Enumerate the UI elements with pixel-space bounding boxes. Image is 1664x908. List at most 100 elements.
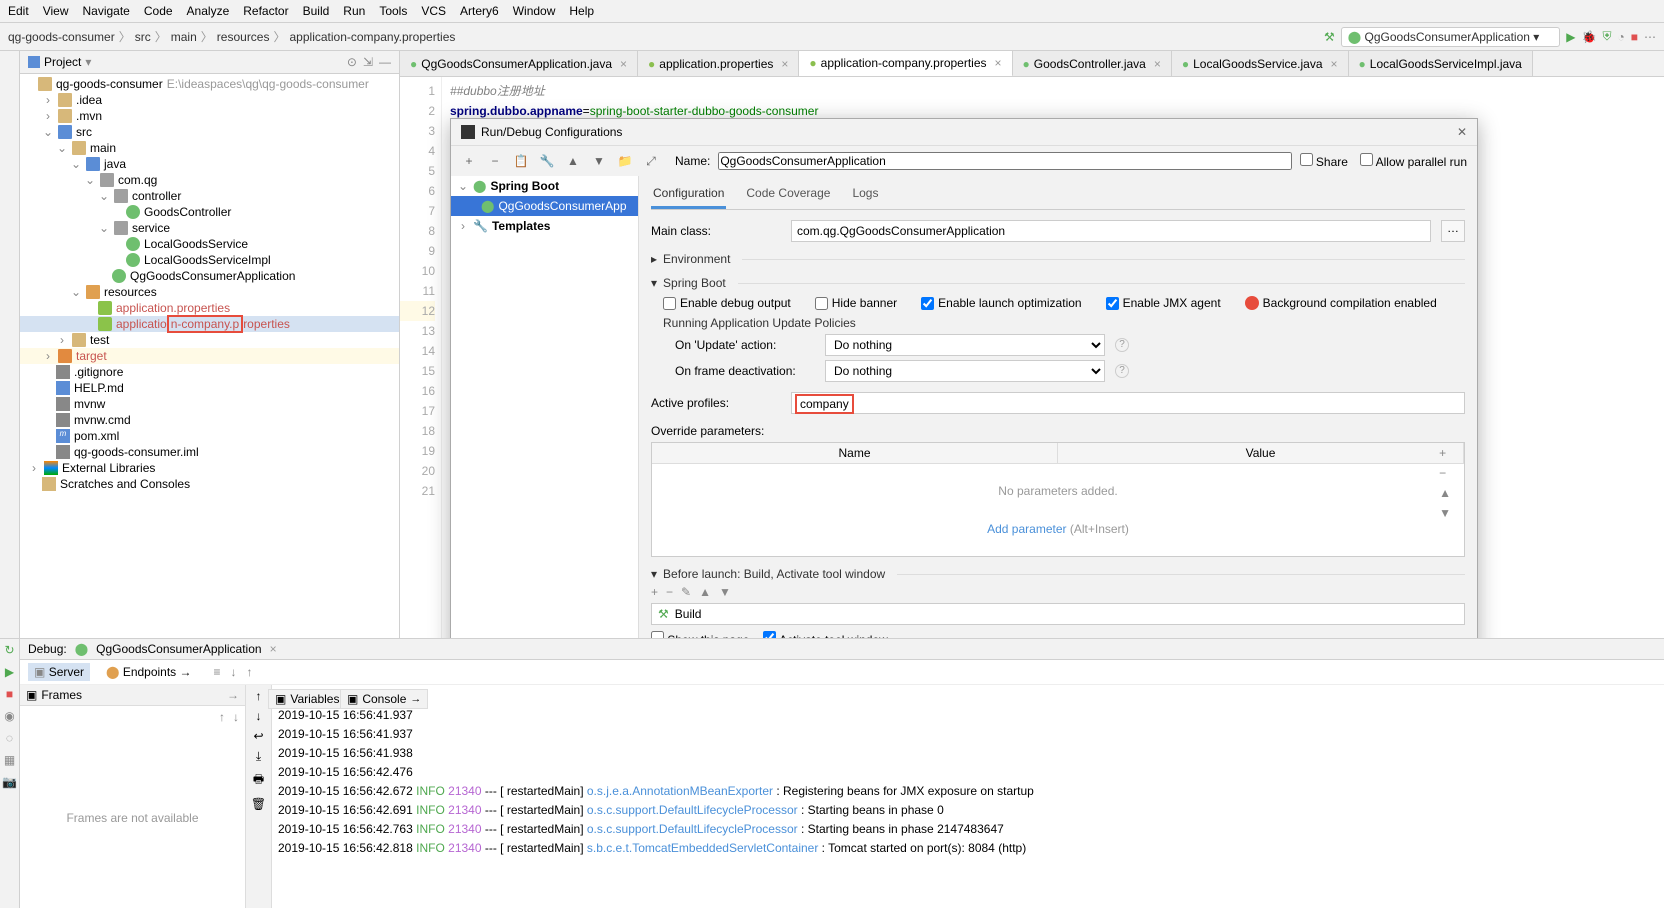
menu-vcs[interactable]: VCS	[421, 4, 446, 18]
menu-artery6[interactable]: Artery6	[460, 4, 499, 18]
remove-icon[interactable]: −	[666, 585, 673, 599]
menu-view[interactable]: View	[43, 4, 69, 18]
help-icon[interactable]: ?	[1115, 338, 1129, 352]
menu-build[interactable]: Build	[303, 4, 330, 18]
dialog-titlebar[interactable]: Run/Debug Configurations ✕	[451, 119, 1477, 146]
settings-icon[interactable]: ⊙	[347, 55, 357, 69]
up-icon[interactable]: ↑	[219, 710, 225, 724]
config-item-app[interactable]: ⬤QgGoodsConsumerApp	[451, 196, 638, 216]
config-tabs[interactable]: Configuration Code Coverage Logs	[651, 180, 1465, 210]
down-icon[interactable]: ▼	[1439, 506, 1451, 520]
coverage-icon[interactable]: ⛨	[1602, 29, 1611, 44]
close-icon[interactable]: ×	[620, 57, 627, 71]
hide-icon[interactable]: —	[379, 55, 391, 69]
up-icon[interactable]: ▲	[565, 154, 581, 168]
close-icon[interactable]: ×	[995, 56, 1002, 70]
tree-main[interactable]: main	[90, 141, 116, 155]
tree-iml[interactable]: qg-goods-consumer.iml	[74, 445, 199, 459]
camera-icon[interactable]: 📷	[2, 775, 17, 789]
copy-icon[interactable]: 📋	[513, 154, 529, 168]
down-icon[interactable]: ↓	[233, 710, 239, 724]
tree-mvnwcmd[interactable]: mvnw.cmd	[74, 413, 131, 427]
frames-header[interactable]: ▣Frames →	[20, 685, 245, 706]
build-icon[interactable]: ⚒	[1324, 30, 1335, 44]
debug-tabs[interactable]: ▣ Server ⬤ Endpoints → ≡ ↓ ↑	[20, 660, 1664, 685]
breadcrumb[interactable]: qg-goods-consumer〉 src〉 main〉 resources〉…	[8, 28, 455, 45]
tab-app-props[interactable]: ●application.properties×	[638, 51, 799, 76]
tree-target[interactable]: target	[76, 349, 107, 363]
project-panel-header[interactable]: Project ▾ ⊙ ⇲ —	[20, 51, 399, 74]
bc-file[interactable]: application-company.properties	[290, 30, 456, 44]
edit-icon[interactable]: ✎	[681, 585, 691, 599]
menu-tools[interactable]: Tools	[379, 4, 407, 18]
tree-local-service-impl[interactable]: LocalGoodsServiceImpl	[144, 253, 271, 267]
up-icon[interactable]: ↑	[256, 689, 262, 703]
config-group-templates[interactable]: ›🔧Templates	[451, 216, 638, 236]
close-icon[interactable]: ×	[1331, 57, 1338, 71]
close-icon[interactable]: ✕	[1457, 125, 1467, 139]
stop-icon[interactable]: ■	[6, 687, 13, 701]
share-checkbox[interactable]: Share	[1300, 153, 1348, 169]
breakpoints-icon[interactable]: ◉	[4, 709, 14, 723]
bc-module[interactable]: qg-goods-consumer	[8, 30, 115, 44]
main-class-input[interactable]	[791, 220, 1431, 242]
collapse-icon[interactable]: ⇲	[363, 55, 373, 69]
menu-window[interactable]: Window	[513, 4, 556, 18]
tree-gitignore[interactable]: .gitignore	[74, 365, 123, 379]
folder-icon[interactable]: 📁	[617, 154, 633, 168]
tree-service[interactable]: service	[132, 221, 170, 235]
tree-ext-lib[interactable]: External Libraries	[62, 461, 155, 475]
tree-goods-controller[interactable]: GoodsController	[144, 205, 231, 219]
help-icon[interactable]: ?	[1115, 364, 1129, 378]
debug-left-toolbar[interactable]: ↻ ▶ ■ ◉ ◌ ▦ 📷	[0, 639, 20, 908]
console-toolbar[interactable]: ↑ ↓ ↩ ⤓ 🖶 🗑	[246, 685, 272, 908]
tab-local-service-impl[interactable]: ●LocalGoodsServiceImpl.java	[1349, 51, 1533, 76]
allow-parallel-checkbox[interactable]: Allow parallel run	[1360, 153, 1467, 169]
bc-resources[interactable]: resources	[217, 30, 270, 44]
tree-local-service[interactable]: LocalGoodsService	[144, 237, 248, 251]
remove-icon[interactable]: −	[487, 154, 503, 168]
tree-app-props[interactable]: application.properties	[116, 301, 230, 315]
clear-icon[interactable]: 🗑	[251, 797, 266, 811]
menu-edit[interactable]: Edit	[8, 4, 29, 18]
tab-logs[interactable]: Logs	[850, 180, 880, 209]
more-icon[interactable]: ⋯	[1644, 30, 1656, 44]
enable-launch-opt-checkbox[interactable]: Enable launch optimization	[921, 296, 1081, 310]
browse-button[interactable]: …	[1441, 220, 1465, 242]
menu-navigate[interactable]: Navigate	[82, 4, 129, 18]
expand-icon[interactable]: ⤢	[643, 154, 659, 169]
add-icon[interactable]: +	[461, 154, 477, 168]
add-icon[interactable]: +	[1439, 446, 1451, 460]
menu-run[interactable]: Run	[343, 4, 365, 18]
tab-app-company-props[interactable]: ●application-company.properties×	[799, 51, 1012, 77]
debug-icon[interactable]: 🐞	[1582, 30, 1597, 44]
add-icon[interactable]: +	[651, 585, 658, 599]
down-icon[interactable]: ↓	[256, 709, 262, 723]
config-group-springboot[interactable]: ⌄⬤Spring Boot	[451, 176, 638, 196]
menu-help[interactable]: Help	[569, 4, 594, 18]
hide-banner-checkbox[interactable]: Hide banner	[815, 296, 897, 310]
config-name-input[interactable]	[718, 152, 1291, 170]
tab-server[interactable]: ▣ Server	[28, 663, 90, 681]
tree-app[interactable]: QgGoodsConsumerApplication	[130, 269, 295, 283]
bc-src[interactable]: src	[135, 30, 151, 44]
tree-java[interactable]: java	[104, 157, 126, 171]
run-icon[interactable]: ▶	[1566, 30, 1575, 44]
tree-help[interactable]: HELP.md	[74, 381, 124, 395]
tab-local-service[interactable]: ●LocalGoodsService.java×	[1172, 51, 1349, 76]
tree-mvnw[interactable]: mvnw	[74, 397, 105, 411]
tree-resources[interactable]: resources	[104, 285, 157, 299]
tree-app-company[interactable]: application-company.properties	[116, 317, 290, 331]
tab-app-java[interactable]: ●QgGoodsConsumerApplication.java×	[400, 51, 638, 76]
editor-tabs[interactable]: ●QgGoodsConsumerApplication.java× ●appli…	[400, 51, 1664, 77]
close-icon[interactable]: ×	[270, 642, 277, 656]
step-into-icon[interactable]: ↓	[231, 665, 237, 679]
up-icon[interactable]: ▲	[699, 585, 711, 599]
active-profiles-input[interactable]	[791, 392, 1465, 414]
tree-root[interactable]: qg-goods-consumer	[56, 77, 163, 91]
enable-jmx-checkbox[interactable]: Enable JMX agent	[1106, 296, 1221, 310]
on-update-select[interactable]: Do nothing	[825, 334, 1105, 356]
settings-icon[interactable]: 🔧	[539, 154, 555, 168]
layout-icon[interactable]: ▦	[4, 753, 15, 767]
down-icon[interactable]: ▼	[591, 154, 607, 168]
